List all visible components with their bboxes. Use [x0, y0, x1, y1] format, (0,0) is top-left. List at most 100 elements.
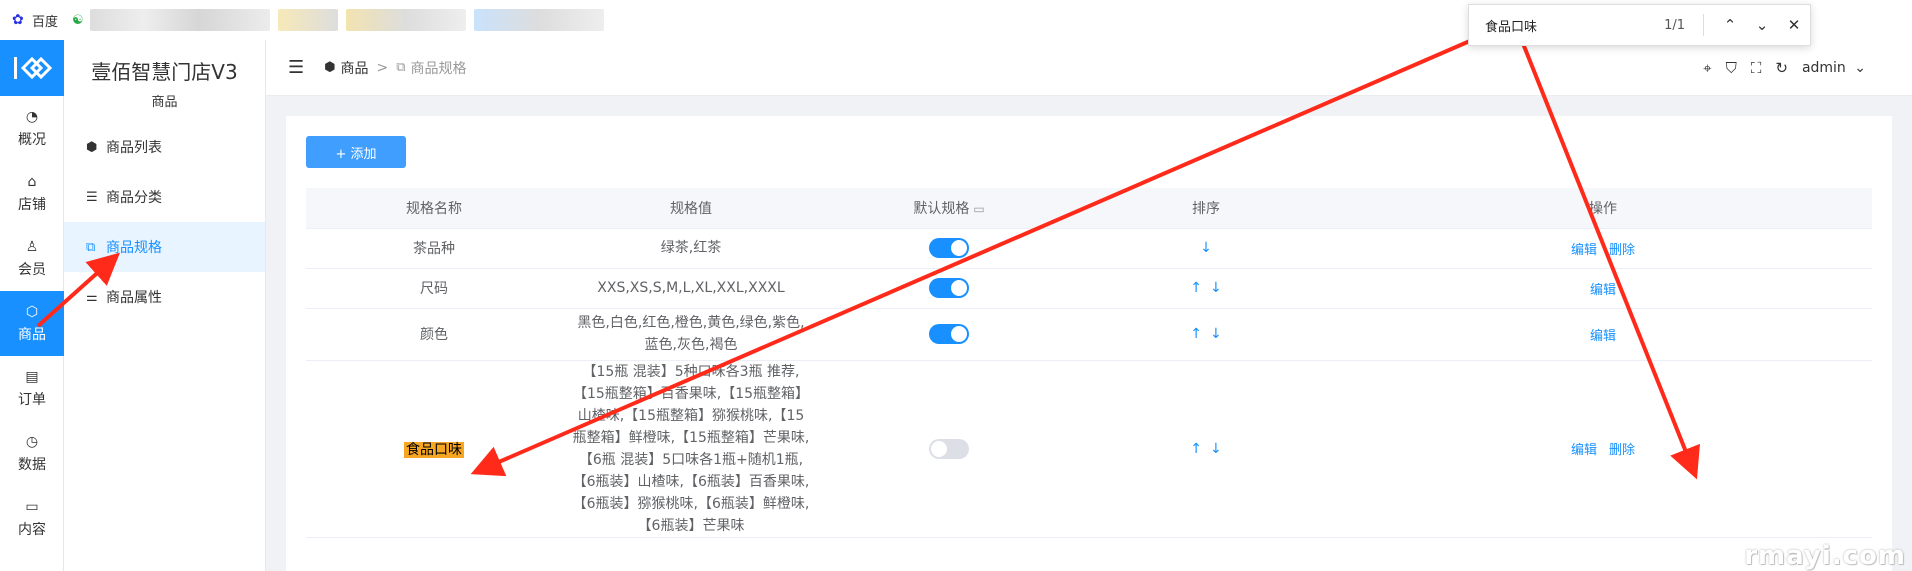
- submenu-item-goods-attr[interactable]: ⚌ 商品属性: [64, 272, 265, 322]
- column-header: 排序: [1078, 188, 1334, 229]
- sort-cell: ↑ ↓: [1078, 360, 1334, 538]
- menu-toggle-icon[interactable]: ☰: [288, 57, 304, 78]
- fullscreen-icon[interactable]: ⛶: [1751, 59, 1762, 77]
- default-toggle[interactable]: [929, 278, 969, 298]
- edit-link[interactable]: 编辑: [1590, 329, 1616, 344]
- rail-item-order[interactable]: ▤ 订单: [0, 356, 64, 421]
- edit-link[interactable]: 编辑: [1571, 443, 1597, 458]
- rail-item-goods[interactable]: ⬡ 商品: [0, 291, 64, 356]
- store-icon: ⌂: [27, 173, 37, 190]
- table-header-row: 规格名称 规格值 默认规格 ▭ 排序 操作: [306, 188, 1872, 229]
- breadcrumb-current: 商品规格: [410, 60, 467, 77]
- rail-item-label: 订单: [18, 391, 46, 408]
- rail-item-data[interactable]: ◷ 数据: [0, 421, 64, 486]
- spec-table: 规格名称 规格值 默认规格 ▭ 排序 操作 茶品种 绿茶,红茶 ↓ 编辑 删除 尺码…: [306, 188, 1872, 538]
- top-header: ☰ ⬢ 商品 > ⧉ 商品规格 ⌖ ⛉ ⛶ ↻ admin ⌄: [266, 40, 1912, 96]
- add-button[interactable]: + 添加: [306, 136, 406, 168]
- edit-link[interactable]: 编辑: [1571, 243, 1597, 258]
- find-count: 1/1: [1664, 17, 1685, 33]
- bookmark-icon: ☯: [72, 12, 84, 28]
- brand-title: 壹佰智慧门店V3: [91, 60, 238, 84]
- column-header: 操作: [1334, 188, 1872, 229]
- submenu-item-goods-category[interactable]: ☰ 商品分类: [64, 172, 265, 222]
- bookmark-baidu[interactable]: ✿ 百度: [12, 11, 58, 30]
- default-cell: [820, 268, 1078, 309]
- rail-item-content[interactable]: ▭ 内容: [0, 486, 64, 551]
- rail-item-label: 数据: [18, 456, 46, 473]
- baidu-icon: ✿: [12, 12, 24, 28]
- arrow-down-icon[interactable]: ↓: [1210, 280, 1222, 296]
- rail-item-label: 商品: [18, 326, 46, 343]
- submenu-item-label: 商品规格: [106, 240, 162, 256]
- column-header: 规格值: [562, 188, 820, 229]
- submenu-item-label: 商品分类: [106, 190, 162, 206]
- blurred-bookmarks-3: [345, 9, 466, 31]
- rail-item-label: 会员: [18, 261, 46, 278]
- submenu-item-goods-spec[interactable]: ⧉ 商品规格: [64, 222, 265, 272]
- folder-icon: ▭: [25, 498, 39, 515]
- spec-name: 尺码: [306, 268, 562, 309]
- main-rail: ◔ 概况 ⌂ 店铺 ♙ 会员 ⬡ 商品 ▤ 订单 ◷ 数据 ▭ 内容: [0, 40, 64, 571]
- sort-cell: ↑ ↓: [1078, 308, 1334, 361]
- arrow-down-icon[interactable]: ↓: [1210, 326, 1222, 342]
- shirt-icon[interactable]: ⛉: [1726, 59, 1737, 77]
- clipboard-icon: ▤: [25, 368, 39, 385]
- find-input[interactable]: 食品口味: [1485, 16, 1664, 35]
- breadcrumb-root[interactable]: 商品: [341, 58, 369, 78]
- delete-link[interactable]: 删除: [1609, 443, 1635, 458]
- actions-cell: 编辑: [1334, 268, 1872, 309]
- arrow-down-icon[interactable]: ↓: [1200, 240, 1212, 256]
- watermark: rmayi.com: [1744, 541, 1906, 571]
- logo-icon: [14, 56, 53, 80]
- actions-cell: 编辑 删除: [1334, 228, 1872, 269]
- bookmark-baidu-label: 百度: [32, 14, 59, 30]
- username: admin: [1801, 60, 1846, 76]
- rail-item-label: 概况: [18, 131, 46, 148]
- default-toggle[interactable]: [929, 324, 969, 344]
- table-row: 食品口味 【15瓶 混装】5种口味各3瓶 推荐,【15瓶整箱】百香果味,【15瓶…: [306, 360, 1872, 538]
- submenu-item-label: 商品属性: [106, 290, 162, 306]
- sliders-icon: ⚌: [86, 289, 98, 305]
- default-toggle[interactable]: [929, 238, 969, 258]
- find-bar: 食品口味 1/1 ⌃ ⌄ ✕: [1468, 4, 1811, 46]
- rail-item-label: 内容: [18, 521, 46, 538]
- column-header: 默认规格: [913, 200, 970, 217]
- rail-item-member[interactable]: ♙ 会员: [0, 226, 64, 291]
- broom-icon[interactable]: ⌖: [1703, 59, 1711, 77]
- spec-values: 【15瓶 混装】5种口味各3瓶 推荐,【15瓶整箱】百香果味,【15瓶整箱】山楂…: [562, 360, 820, 538]
- chevron-down-icon[interactable]: ⌄: [1746, 16, 1778, 34]
- list-icon: ☰: [86, 189, 98, 205]
- rail-item-store[interactable]: ⌂ 店铺: [0, 161, 64, 226]
- submenu-item-goods-list[interactable]: ⬢ 商品列表: [64, 122, 265, 172]
- rail-item-overview[interactable]: ◔ 概况: [0, 96, 64, 161]
- spec-name-cell: 食品口味: [306, 360, 562, 538]
- user-menu[interactable]: admin ⌄: [1802, 60, 1866, 76]
- default-cell: [820, 228, 1078, 269]
- arrow-up-icon[interactable]: ↑: [1190, 326, 1202, 342]
- arrow-up-icon[interactable]: ↑: [1190, 441, 1202, 457]
- submenu-section-title: 商品: [151, 95, 178, 110]
- refresh-icon[interactable]: ↻: [1775, 59, 1788, 77]
- column-header-default: 默认规格 ▭: [820, 188, 1078, 229]
- edit-link[interactable]: 编辑: [1590, 283, 1616, 298]
- blurred-bookmarks: [89, 9, 270, 31]
- close-icon[interactable]: ✕: [1778, 16, 1810, 34]
- column-header: 规格名称: [306, 188, 562, 229]
- default-toggle[interactable]: [929, 438, 969, 459]
- spec-values: 黑色,白色,红色,橙色,黄色,绿色,紫色,蓝色,灰色,褐色: [562, 308, 820, 361]
- dashboard-icon: ◔: [25, 108, 39, 125]
- chevron-up-icon[interactable]: ⌃: [1714, 16, 1746, 34]
- spec-name: 颜色: [306, 308, 562, 361]
- comment-icon[interactable]: ▭: [973, 202, 984, 216]
- app-logo[interactable]: [0, 40, 64, 96]
- clock-icon: ◷: [25, 433, 39, 450]
- table-row: 颜色 黑色,白色,红色,橙色,黄色,绿色,紫色,蓝色,灰色,褐色 ↑ ↓ 编辑: [306, 308, 1872, 361]
- arrow-up-icon[interactable]: ↑: [1190, 280, 1202, 296]
- arrow-down-icon[interactable]: ↓: [1210, 441, 1222, 457]
- header-tools: ⌖ ⛉ ⛶ ↻ admin ⌄: [1703, 40, 1866, 96]
- actions-cell: 编辑 删除: [1334, 360, 1872, 538]
- delete-link[interactable]: 删除: [1609, 243, 1635, 258]
- default-cell: [820, 308, 1078, 361]
- breadcrumb: ⬢ 商品 > ⧉ 商品规格: [324, 58, 466, 78]
- copy-icon: ⧉: [86, 239, 96, 255]
